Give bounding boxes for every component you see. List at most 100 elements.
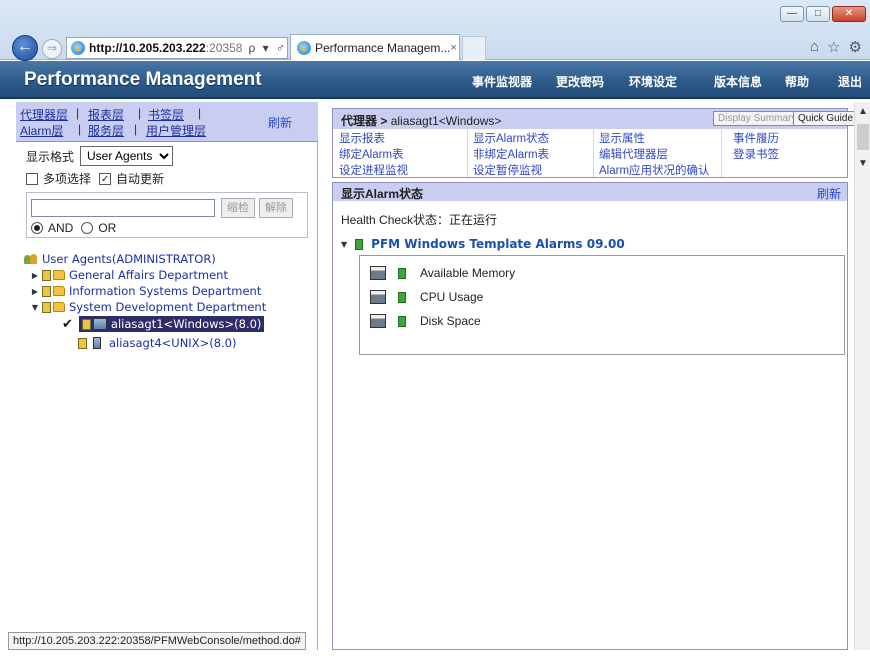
tab-close-button[interactable]: × — [450, 42, 456, 54]
separator: | — [78, 122, 82, 136]
star-icon[interactable]: ☆ — [827, 38, 840, 56]
collapse-arrow-icon[interactable]: ▼ — [30, 303, 40, 312]
agent-group-icon — [42, 269, 51, 281]
tab-user-management[interactable]: 用户管理层 — [146, 122, 206, 139]
vertical-scrollbar[interactable]: ▲ ▼ — [854, 102, 870, 650]
alarm-template-node[interactable]: ▼ PFM Windows Template Alarms 09.00 — [341, 237, 625, 251]
expand-arrow-icon[interactable]: ▶ — [30, 287, 40, 296]
minimize-button[interactable]: — — [780, 6, 804, 22]
tree-root-label: User Agents(ADMINISTRATOR) — [42, 252, 216, 266]
menu-event-history[interactable]: 事件履历 — [733, 130, 779, 146]
close-window-button[interactable]: ✕ — [832, 6, 866, 22]
tree-agent-aliasagt4[interactable]: aliasagt4<UNIX>(8.0) — [78, 336, 236, 350]
release-button[interactable]: 解除 — [259, 198, 293, 218]
agent-icon — [78, 337, 87, 349]
menu-change-password[interactable]: 更改密码 — [556, 73, 604, 90]
scroll-thumb[interactable] — [857, 124, 869, 150]
tree-folder-system-dev[interactable]: ▼ System Development Department — [30, 300, 266, 314]
address-tools[interactable]: ρ ▾ ♂ — [248, 41, 287, 55]
alarm-row-cpu-usage[interactable]: CPU Usage — [370, 290, 483, 304]
alarm-row-disk-space[interactable]: Disk Space — [370, 314, 481, 328]
breadcrumb: 代理器 > aliasagt1<Windows> — [341, 112, 501, 129]
menu-event-monitor[interactable]: 事件监视器 — [472, 73, 532, 90]
forward-button[interactable]: ⇒ — [42, 39, 62, 59]
menu-unbind-alarm-table[interactable]: 非绑定Alarm表 — [473, 146, 549, 162]
menu-environment[interactable]: 环境设定 — [629, 73, 677, 90]
menu-process-monitor[interactable]: 设定进程监视 — [339, 162, 408, 178]
menu-logout[interactable]: 退出 — [838, 73, 862, 90]
or-radio[interactable] — [81, 222, 94, 234]
host-icon — [370, 266, 386, 280]
maximize-button[interactable]: □ — [806, 6, 830, 22]
grid-divider — [467, 129, 468, 177]
menu-version-info[interactable]: 版本信息 — [714, 73, 762, 90]
menu-register-bookmark[interactable]: 登录书签 — [733, 146, 779, 162]
right-panel: 代理器 > aliasagt1<Windows> Display Summary… — [320, 102, 859, 650]
and-label: AND — [48, 221, 74, 235]
menu-help[interactable]: 帮助 — [785, 73, 809, 90]
checkmark-icon: ✔ — [62, 316, 73, 332]
windows-host-icon — [92, 318, 107, 330]
tab-title: Performance Managem... — [315, 40, 451, 55]
menu-bind-alarm-table[interactable]: 绑定Alarm表 — [339, 146, 404, 162]
alarm-normal-icon — [398, 291, 406, 303]
display-summary-button[interactable]: Display Summary — [713, 111, 802, 126]
folder-icon — [53, 270, 65, 280]
alarm-status-box: 显示Alarm状态 刷新 Health Check状态：正在运行 ▼ PFM W… — [332, 182, 848, 650]
app-title: Performance Management — [24, 69, 262, 90]
menu-edit-agent-tier[interactable]: 编辑代理器层 — [599, 146, 668, 162]
new-tab-button[interactable] — [462, 36, 486, 60]
agent-group-icon — [42, 285, 51, 297]
format-select[interactable]: User Agents — [80, 146, 174, 166]
filter-input[interactable] — [31, 199, 215, 217]
home-icon[interactable]: ⌂ — [810, 38, 819, 56]
alarm-normal-icon — [355, 238, 364, 250]
menu-show-alarm-status[interactable]: 显示Alarm状态 — [473, 130, 549, 146]
menu-pause-monitor[interactable]: 设定暂停监视 — [473, 162, 542, 178]
tab-agents[interactable]: 代理器层 — [20, 106, 68, 123]
alarm-normal-icon — [398, 267, 406, 279]
browser-tab[interactable]: e Performance Managem... × — [290, 34, 460, 60]
auto-update-checkbox[interactable]: ✓ — [99, 172, 112, 185]
scroll-up-icon[interactable]: ▲ — [858, 106, 868, 117]
alarm-list: Available Memory CPU Usage Disk Space — [359, 255, 845, 355]
alarm-refresh-link[interactable]: 刷新 — [817, 185, 841, 202]
alarm-row-available-memory[interactable]: Available Memory — [370, 266, 515, 280]
gear-icon[interactable]: ⚙ — [849, 38, 862, 56]
scroll-down-icon[interactable]: ▼ — [858, 158, 868, 169]
left-refresh-link[interactable]: 刷新 — [268, 114, 292, 131]
tree-folder-info-systems[interactable]: ▶ Information Systems Department — [30, 284, 261, 298]
tree-agent-label: aliasagt1<Windows>(8.0) — [110, 317, 262, 331]
breadcrumb-separator: > — [377, 114, 391, 128]
user-group-icon — [24, 253, 38, 265]
window-controls: — □ ✕ — [780, 6, 866, 22]
tree-agent-aliasagt1[interactable]: ✔ aliasagt1<Windows>(8.0) — [62, 316, 265, 332]
address-port: :20358 — [205, 41, 243, 55]
tab-bookmarks[interactable]: 书签层 — [148, 106, 184, 123]
collapse-arrow-icon[interactable]: ▼ — [341, 240, 347, 249]
tab-alarms[interactable]: Alarm层 — [20, 122, 63, 139]
filter-button[interactable]: 缩检 — [221, 198, 255, 218]
separator: | — [134, 122, 138, 136]
breadcrumb-bar: 代理器 > aliasagt1<Windows> Display Summary… — [333, 109, 859, 129]
quick-guide-button[interactable]: Quick Guide — [793, 111, 859, 126]
folder-icon — [53, 286, 65, 296]
tab-services[interactable]: 服务层 — [88, 122, 124, 139]
expand-arrow-icon[interactable]: ▶ — [30, 271, 40, 280]
menu-show-report[interactable]: 显示报表 — [339, 130, 385, 146]
agent-group-icon — [42, 301, 51, 313]
unix-host-icon — [93, 337, 101, 349]
folder-icon — [53, 302, 65, 312]
tab-reports[interactable]: 报表层 — [88, 106, 124, 123]
tree-root[interactable]: User Agents(ADMINISTRATOR) — [24, 252, 216, 266]
address-bar[interactable]: e http://10.205.203.222 :20358 ρ ▾ ♂ — [66, 37, 288, 59]
alarm-section-title: 显示Alarm状态 — [341, 187, 424, 201]
menu-alarm-application[interactable]: Alarm应用状况的确认 — [599, 162, 710, 178]
multi-select-checkbox[interactable] — [26, 172, 38, 185]
tree-folder-general[interactable]: ▶ General Affairs Department — [30, 268, 228, 282]
and-radio[interactable] — [31, 222, 43, 234]
alarm-normal-icon — [398, 315, 406, 327]
agent-icon — [81, 318, 91, 330]
menu-show-properties[interactable]: 显示属性 — [599, 130, 645, 146]
back-button[interactable]: ← — [12, 35, 38, 61]
